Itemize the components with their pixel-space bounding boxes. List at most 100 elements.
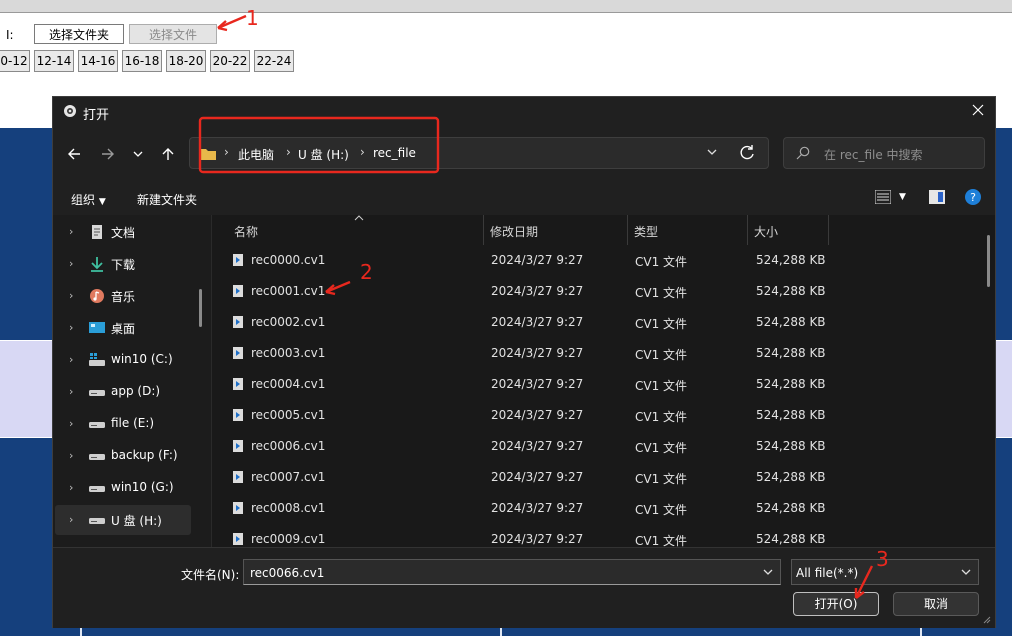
nav-item-downloads[interactable]: › 下载 [53,249,209,279]
nav-item-label: backup (F:) [111,448,178,462]
hour-button[interactable]: 12-14 [34,50,74,72]
file-row[interactable]: rec0004.cv1 2024/3/27 9:27 CV1 文件 524,288 K… [212,369,982,400]
chevron-down-icon[interactable] [762,566,774,578]
file-row[interactable]: rec0008.cv1 2024/3/27 9:27 CV1 文件 524,288 K… [212,493,982,524]
breadcrumb-separator: › [360,145,365,159]
nav-item-drive-d[interactable]: › app (D:) [53,377,209,407]
up-button[interactable] [155,141,181,167]
back-button[interactable] [61,141,87,167]
nav-item-label: 桌面 [111,322,136,336]
nav-item-drive-h[interactable]: › U 盘 (H:) [55,505,191,535]
nav-item-drive-e[interactable]: › file (E:) [53,409,209,439]
file-type: CV1 文件 [635,379,688,393]
annotation-number: 2 [360,260,373,284]
chevron-right-icon[interactable]: › [69,257,73,270]
breadcrumb-item[interactable]: 此电脑 [238,146,274,163]
chevron-down-icon[interactable] [706,146,718,158]
column-divider[interactable] [627,215,628,245]
column-header-size[interactable]: 大小 [754,215,834,245]
column-divider[interactable] [747,215,748,245]
arrow-right-icon [102,148,114,160]
drive-icon [89,518,105,524]
file-size: 524,288 KB [756,346,826,360]
hour-button[interactable]: 16-18 [122,50,162,72]
file-row[interactable]: rec0003.cv1 2024/3/27 9:27 CV1 文件 524,288 K… [212,338,982,369]
file-type: CV1 文件 [635,410,688,424]
column-header-label: 大小 [754,225,779,239]
column-divider[interactable] [483,215,484,245]
open-button[interactable]: 打开(O) [793,592,879,616]
file-name: rec0001.cv1 [251,284,326,298]
search-box[interactable]: 在 rec_file 中搜索 [783,137,985,169]
file-icon [233,254,243,266]
chevron-right-icon[interactable]: › [69,417,73,430]
hour-button[interactable]: 14-16 [78,50,118,72]
nav-item-documents[interactable]: › 文档 [53,217,209,247]
resize-grip-icon[interactable] [981,614,991,624]
breadcrumb-separator: › [224,145,229,159]
view-list-icon[interactable] [875,190,891,204]
chevron-right-icon[interactable]: › [69,353,73,366]
select-file-button[interactable]: 选择文件 [129,24,217,44]
chevron-right-icon[interactable]: › [69,289,73,302]
column-header-type[interactable]: 类型 [634,215,744,245]
folder-icon [200,149,216,160]
file-type: CV1 文件 [635,472,688,486]
chevron-right-icon[interactable]: › [69,513,73,526]
refresh-icon[interactable] [737,143,757,163]
hour-button[interactable]: 20-22 [210,50,250,72]
caret-down-icon[interactable]: ▼ [899,192,906,202]
organize-menu[interactable]: 组织 ▼ [71,191,106,208]
chevron-right-icon[interactable]: › [69,481,73,494]
forward-button[interactable] [95,141,121,167]
breadcrumb-item[interactable]: rec_file [373,146,416,160]
nav-pane-scrollbar[interactable] [199,289,202,327]
recent-locations-button[interactable] [125,141,151,167]
file-row[interactable]: rec0009.cv1 2024/3/27 9:27 CV1 文件 524,288 K… [212,524,982,547]
file-date: 2024/3/27 9:27 [491,408,584,422]
nav-item-label: 下载 [111,258,136,272]
nav-item-drive-f[interactable]: › backup (F:) [53,441,209,471]
navigation-bar: › 此电脑 › U 盘 (H:) › rec_file 在 rec_file 中… [53,135,995,173]
app-icon [64,105,76,117]
file-row[interactable]: rec0002.cv1 2024/3/27 9:27 CV1 文件 524,288 K… [212,307,982,338]
system-drive-icon [89,353,105,366]
nav-item-drive-c[interactable]: › win10 (C:) [53,345,209,375]
file-date: 2024/3/27 9:27 [491,284,584,298]
dialog-title: 打开 [83,108,110,123]
file-row[interactable]: rec0000.cv1 2024/3/27 9:27 CV1 文件 524,288 K… [212,245,982,276]
caret-down-icon: ▼ [98,197,106,207]
chevron-right-icon[interactable]: › [69,225,73,238]
help-icon[interactable]: ? [965,189,981,205]
chevron-right-icon[interactable]: › [69,385,73,398]
nav-item-music[interactable]: › 音乐 [53,281,209,311]
column-header-date[interactable]: 修改日期 [490,215,630,245]
column-header-name[interactable]: 名称 [234,215,484,245]
column-divider[interactable] [828,215,829,245]
file-date: 2024/3/27 9:27 [491,501,584,515]
file-row[interactable]: rec0006.cv1 2024/3/27 9:27 CV1 文件 524,288 K… [212,431,982,462]
nav-item-label: 文档 [111,226,136,240]
chevron-right-icon[interactable]: › [69,321,73,334]
filename-input[interactable]: rec0066.cv1 [243,559,781,585]
file-type: CV1 文件 [635,534,688,547]
close-button[interactable] [961,97,995,127]
chevron-right-icon[interactable]: › [69,449,73,462]
hour-button[interactable]: 0-12 [0,50,30,72]
preview-pane-icon[interactable] [929,190,945,204]
new-folder-button[interactable]: 新建文件夹 [137,191,197,208]
file-list-scrollbar[interactable] [987,235,990,287]
nav-item-drive-g[interactable]: › win10 (G:) [53,473,209,503]
breadcrumb-item[interactable]: U 盘 (H:) [298,146,349,163]
file-row[interactable]: rec0001.cv1 2024/3/27 9:27 CV1 文件 524,288 K… [212,276,982,307]
select-folder-button[interactable]: 选择文件夹 [34,24,124,44]
address-bar[interactable]: › 此电脑 › U 盘 (H:) › rec_file [189,137,769,169]
cancel-button[interactable]: 取消 [893,592,979,616]
nav-item-desktop[interactable]: › 桌面 [53,313,209,343]
svg-text:?: ? [970,191,976,204]
file-date: 2024/3/27 9:27 [491,253,584,267]
file-row[interactable]: rec0005.cv1 2024/3/27 9:27 CV1 文件 524,288 K… [212,400,982,431]
file-row[interactable]: rec0007.cv1 2024/3/27 9:27 CV1 文件 524,288 K… [212,462,982,493]
hour-button[interactable]: 18-20 [166,50,206,72]
hour-button[interactable]: 22-24 [254,50,294,72]
